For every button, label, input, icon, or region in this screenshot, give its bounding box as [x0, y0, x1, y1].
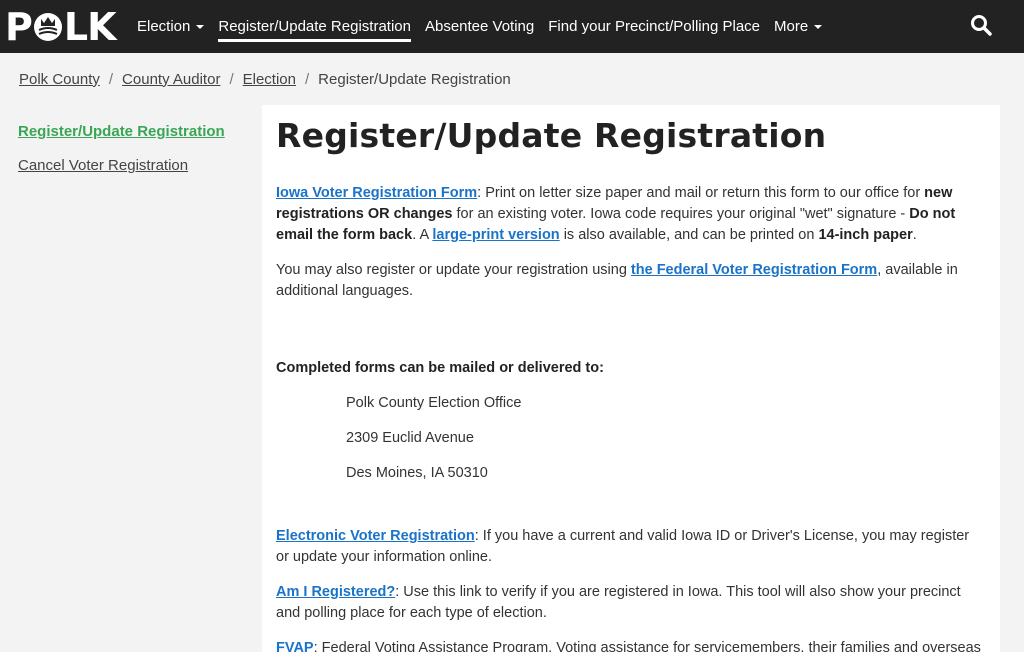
- breadcrumb: Polk County / County Auditor / Election …: [0, 53, 1024, 105]
- address-line: Polk County Election Office: [346, 394, 522, 411]
- nav-find-precinct[interactable]: Find your Precinct/Polling Place: [541, 0, 767, 53]
- nav-more[interactable]: More: [767, 0, 829, 53]
- breadcrumb-separator: /: [305, 70, 310, 88]
- mailing-address: Polk County Election Office 2309 Euclid …: [276, 393, 986, 484]
- breadcrumb-separator: /: [108, 70, 114, 88]
- paragraph-iowa-form: Iowa Voter Registration Form: Print on l…: [276, 184, 956, 243]
- paragraph-fvap: FVAP: Federal Voting Assistance Program.…: [276, 638, 986, 652]
- breadcrumb-separator: /: [229, 70, 234, 88]
- nav-register-update[interactable]: Register/Update Registration: [211, 0, 418, 53]
- mail-heading: Completed forms can be mailed or deliver…: [276, 359, 604, 376]
- link-am-i-registered[interactable]: Am I Registered?: [276, 584, 395, 600]
- caret-down-icon: [196, 24, 205, 29]
- link-electronic-voter-registration[interactable]: Electronic Voter Registration: [276, 528, 475, 544]
- logo-letters-lk: LK: [63, 4, 117, 49]
- page-title: Register/Update Registration: [276, 116, 827, 155]
- sidenav-cancel-registration[interactable]: Cancel Voter Registration: [18, 157, 262, 174]
- top-navbar: P LK Election Register/Update Registrati…: [0, 0, 1024, 53]
- link-large-print-version[interactable]: large-print version: [432, 227, 559, 243]
- main-nav: Election Register/Update Registration Ab…: [130, 0, 829, 53]
- nav-election[interactable]: Election: [130, 0, 211, 53]
- link-federal-voter-registration-form[interactable]: the Federal Voter Registration Form: [631, 262, 877, 278]
- main-content: Register/Update Registration Iowa Voter …: [262, 105, 1000, 652]
- caret-down-icon: [814, 24, 823, 29]
- logo-emblem-icon: [33, 12, 62, 41]
- search-icon[interactable]: [970, 14, 992, 36]
- paragraph-federal-form: You may also register or update your reg…: [276, 261, 958, 299]
- address-line: 2309 Euclid Avenue: [346, 429, 474, 446]
- logo-letter-p: P: [5, 4, 33, 49]
- side-nav: Register/Update Registration Cancel Vote…: [0, 105, 262, 652]
- address-line: Des Moines, IA 50310: [346, 464, 488, 481]
- nav-absentee-voting[interactable]: Absentee Voting: [418, 0, 541, 53]
- sidenav-register-update[interactable]: Register/Update Registration: [18, 123, 262, 140]
- link-iowa-voter-registration-form[interactable]: Iowa Voter Registration Form: [276, 185, 477, 201]
- link-fvap[interactable]: FVAP: [276, 640, 314, 652]
- breadcrumb-polk-county[interactable]: Polk County: [19, 71, 100, 88]
- breadcrumb-county-auditor[interactable]: County Auditor: [122, 71, 220, 88]
- paragraph-electronic-registration: Electronic Voter Registration: If you ha…: [276, 527, 970, 565]
- polk-logo[interactable]: P LK: [0, 0, 130, 53]
- paragraph-am-i-registered: Am I Registered?: Use this link to verif…: [276, 583, 961, 621]
- breadcrumb-election[interactable]: Election: [243, 71, 296, 88]
- breadcrumb-current: Register/Update Registration: [318, 70, 511, 88]
